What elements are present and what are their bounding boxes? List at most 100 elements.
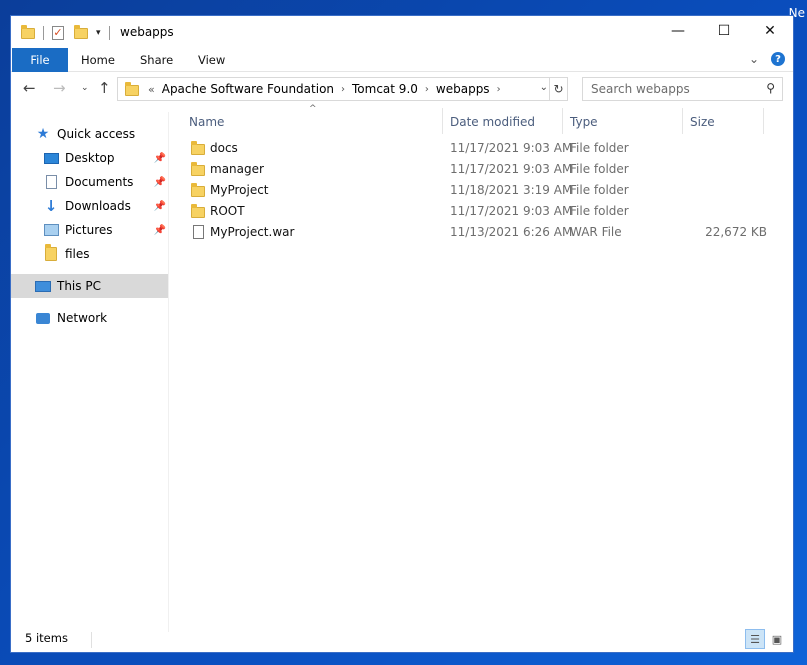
file-date: 11/13/2021 6:26 AM [450,225,573,239]
column-divider[interactable] [562,108,563,134]
column-divider[interactable] [763,108,764,134]
address-dropdown-icon[interactable]: ⌄ [540,82,548,93]
nav-this-pc[interactable]: This PC [11,274,168,298]
chevron-right-icon[interactable]: › [341,84,345,95]
file-explorer-window: ✓ ▾ webapps — ☐ ✕ File Home Share View ⌄… [10,15,794,653]
title-bar: ✓ ▾ webapps — ☐ ✕ [11,16,793,48]
folder-icon[interactable] [21,24,35,39]
nav-label: Quick access [57,127,136,141]
tab-view[interactable]: View [198,53,225,67]
file-name: MyProject [210,183,269,197]
column-label: Type [570,115,598,129]
status-divider [91,632,92,648]
breadcrumb-apache[interactable]: Apache Software Foundation [162,82,334,96]
column-header-size[interactable]: Size [690,110,715,134]
file-row[interactable]: manager 11/17/2021 9:03 AM File folder [189,159,779,180]
file-name: manager [210,162,264,176]
nav-network[interactable]: Network [11,306,168,330]
column-header-date[interactable]: Date modified [450,110,535,134]
nav-desktop[interactable]: Desktop 📌 [11,146,168,170]
tab-share[interactable]: Share [140,53,173,67]
nav-downloads[interactable]: ↓ Downloads 📌 [11,194,168,218]
address-row: ← → ⌄ ↑ « Apache Software Foundation › T… [11,75,793,103]
details-view-icon[interactable]: ☰ [745,629,765,649]
file-size: 22,672 KB [705,225,767,239]
desktop-icon [43,150,59,166]
column-label: Size [690,115,715,129]
nav-files[interactable]: files [11,242,168,266]
file-type: File folder [570,162,629,176]
column-divider[interactable] [442,108,443,134]
ribbon-tabs: File Home Share View ⌄ ? [11,48,793,72]
address-bar[interactable]: « Apache Software Foundation › Tomcat 9.… [117,77,568,101]
search-input[interactable]: Search webapps ⚲ [582,77,783,101]
overflow-icon[interactable]: « [148,83,155,96]
nav-label: This PC [57,279,101,293]
back-arrow-icon[interactable]: ← [23,79,36,97]
quick-access-toolbar: ✓ ▾ [21,24,118,42]
nav-label: Desktop [65,151,115,165]
navigation-pane: ★ Quick access Desktop 📌 Documents 📌 ↓ D… [11,112,169,632]
file-type: File folder [570,141,629,155]
file-date: 11/17/2021 9:03 AM [450,204,573,218]
file-name: docs [210,141,238,155]
sort-ascending-icon: ^ [309,104,317,114]
nav-documents[interactable]: Documents 📌 [11,170,168,194]
close-button[interactable]: ✕ [747,16,793,46]
nav-label: Network [57,311,108,325]
maximize-button[interactable]: ☐ [701,16,747,46]
network-icon [35,310,51,326]
file-name: MyProject.war [210,225,295,239]
search-placeholder: Search webapps [591,82,690,96]
up-arrow-icon[interactable]: ↑ [98,79,111,97]
chevron-right-icon[interactable]: › [425,84,429,95]
recent-locations-icon[interactable]: ⌄ [81,83,89,93]
forward-arrow-icon[interactable]: → [53,79,66,97]
file-date: 11/18/2021 3:19 AM [450,183,573,197]
column-label: Date modified [450,115,536,129]
breadcrumb-webapps[interactable]: webapps [436,82,490,96]
pin-icon[interactable]: 📌 [154,177,166,188]
toolbar-divider [43,26,44,40]
address-folder-icon [125,82,139,96]
nav-quick-access[interactable]: ★ Quick access [11,122,168,146]
pin-icon[interactable]: 📌 [154,201,166,212]
breadcrumb-tomcat[interactable]: Tomcat 9.0 [352,82,418,96]
file-row[interactable]: MyProject.war 11/13/2021 6:26 AM WAR Fil… [189,222,779,243]
customize-toolbar-icon[interactable]: ▾ [96,28,101,38]
minimize-button[interactable]: — [655,16,701,46]
file-row[interactable]: MyProject 11/18/2021 3:19 AM File folder [189,180,779,201]
tab-file[interactable]: File [12,48,68,72]
column-header-name[interactable]: Name [189,110,224,134]
nav-label: files [65,247,90,261]
column-header-type[interactable]: Type [570,110,598,134]
window-title: webapps [120,25,174,39]
chevron-right-icon[interactable]: › [497,84,501,95]
file-type: File folder [570,183,629,197]
search-icon: ⚲ [766,81,775,95]
file-date: 11/17/2021 9:03 AM [450,162,573,176]
help-icon[interactable]: ? [771,52,785,66]
file-row[interactable]: ROOT 11/17/2021 9:03 AM File folder [189,201,779,222]
window-controls: — ☐ ✕ [655,16,793,46]
large-icons-view-icon[interactable]: ▣ [767,629,787,649]
pin-icon[interactable]: 📌 [154,225,166,236]
new-folder-icon[interactable] [74,24,88,39]
item-count: 5 items [25,631,68,645]
file-row[interactable]: docs 11/17/2021 9:03 AM File folder [189,138,779,159]
properties-icon[interactable]: ✓ [52,26,64,40]
column-label: Name [189,115,225,129]
toolbar-divider [108,26,110,40]
file-name: ROOT [210,204,245,218]
pictures-icon [43,222,59,238]
refresh-icon[interactable]: ↻ [549,78,567,100]
expand-ribbon-icon[interactable]: ⌄ [749,52,759,66]
column-divider[interactable] [682,108,683,134]
nav-label: Documents [65,175,134,189]
download-icon: ↓ [44,197,58,215]
pin-icon[interactable]: 📌 [154,153,166,164]
nav-pictures[interactable]: Pictures 📌 [11,218,168,242]
status-bar: 5 items ☰ ▣ [11,628,793,652]
file-date: 11/17/2021 9:03 AM [450,141,573,155]
tab-home[interactable]: Home [81,53,115,67]
